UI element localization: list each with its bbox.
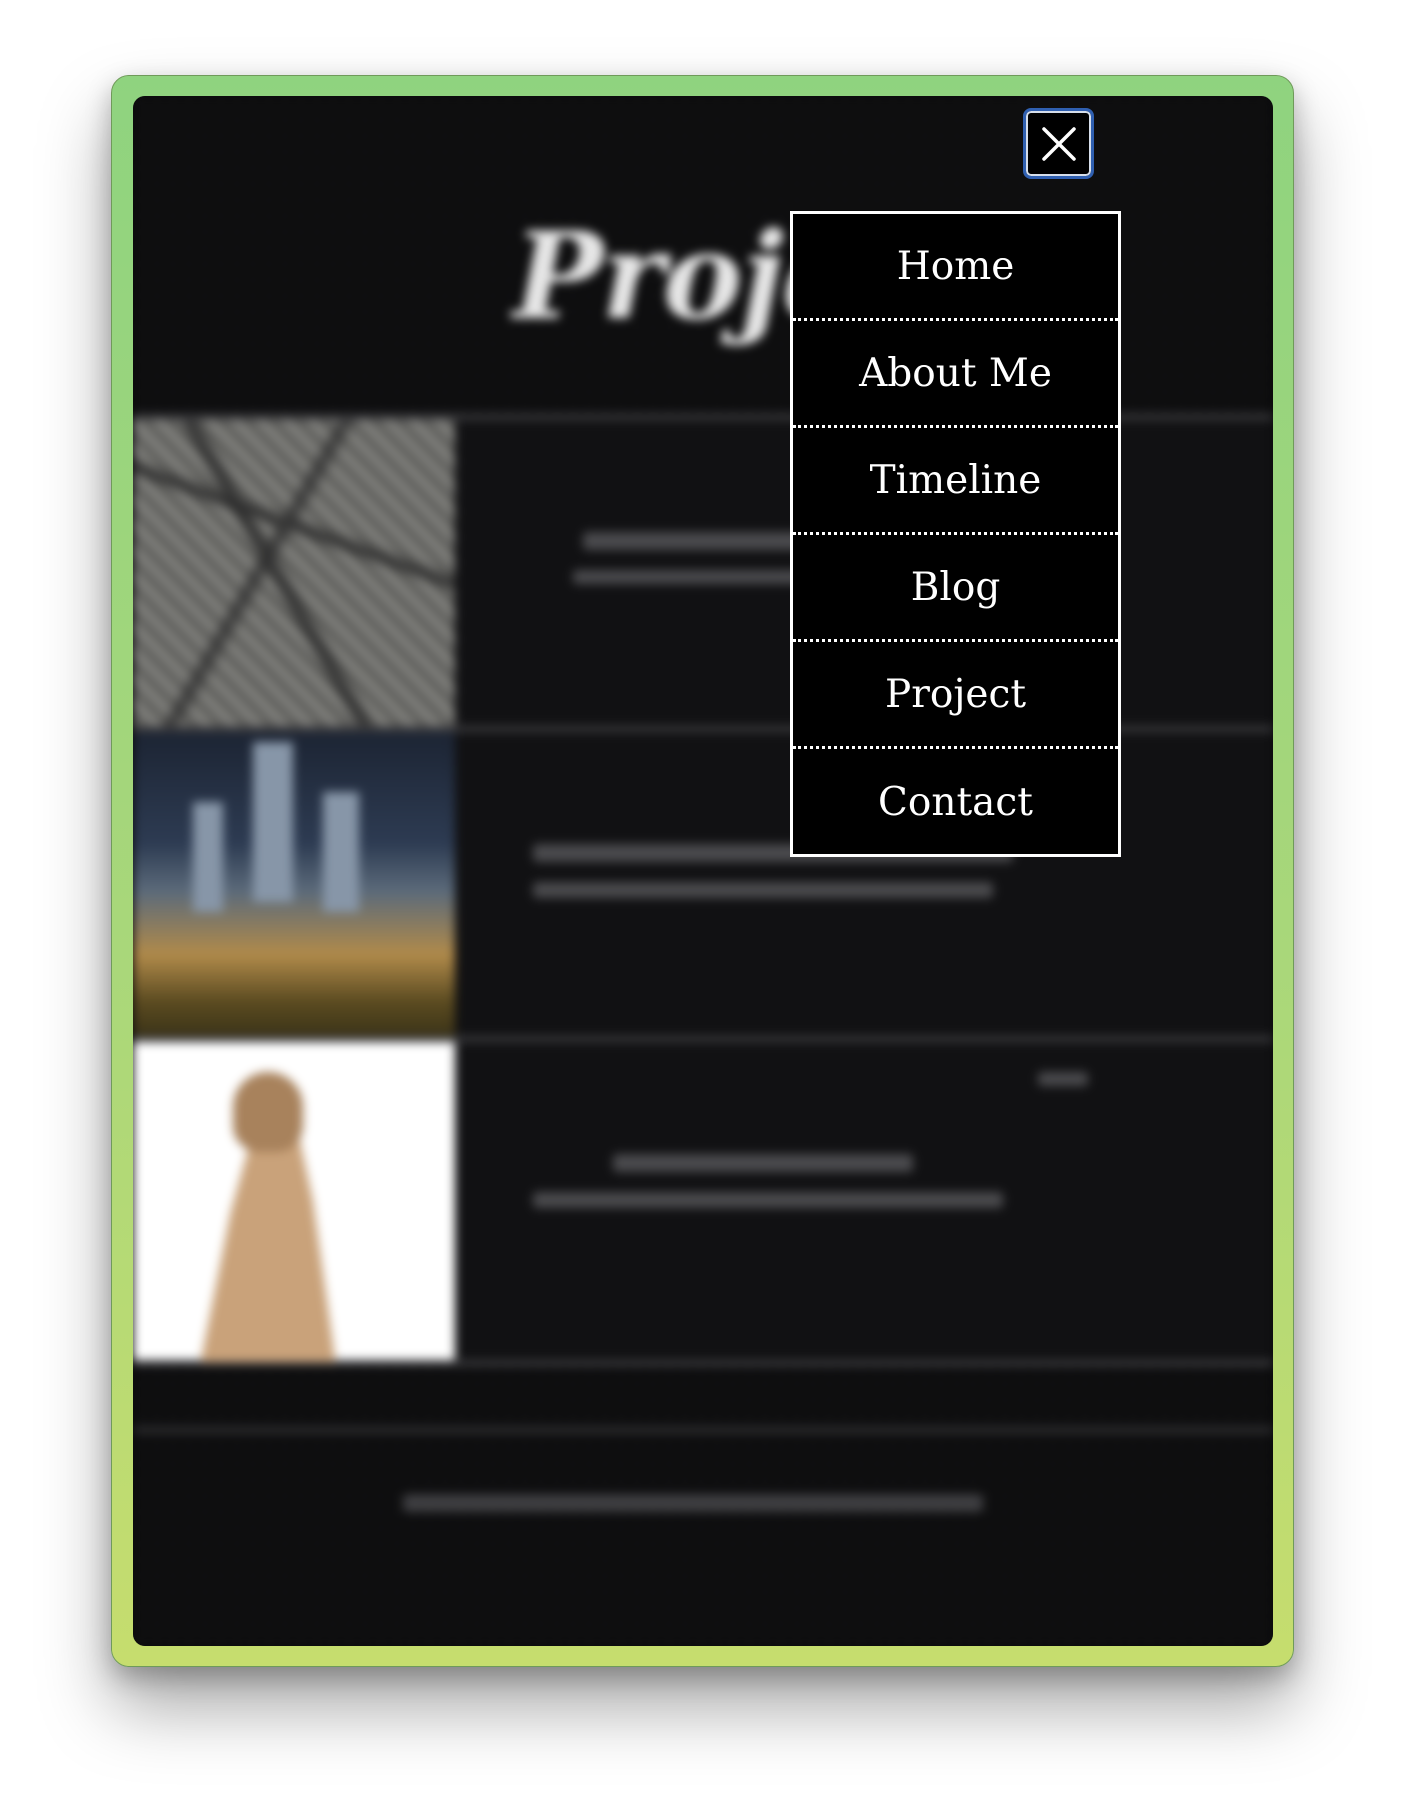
nav-item-home[interactable]: Home: [793, 214, 1118, 321]
project-thumbnail: [133, 420, 455, 738]
project-thumbnail: [133, 732, 455, 1050]
close-menu-button[interactable]: [1023, 108, 1094, 179]
page: Project Home About Me Timeline Blog Proj…: [0, 0, 1404, 1814]
nav-menu: Home About Me Timeline Blog Project Cont…: [790, 211, 1121, 857]
nav-item-timeline[interactable]: Timeline: [793, 428, 1118, 535]
nav-item-project[interactable]: Project: [793, 642, 1118, 749]
nav-item-contact[interactable]: Contact: [793, 749, 1118, 856]
project-card: [133, 1036, 1273, 1366]
nav-item-blog[interactable]: Blog: [793, 535, 1118, 642]
page-footer: [133, 1426, 1273, 1646]
close-icon: [1042, 127, 1076, 161]
project-thumbnail: [133, 1042, 455, 1362]
nav-item-about-me[interactable]: About Me: [793, 321, 1118, 428]
